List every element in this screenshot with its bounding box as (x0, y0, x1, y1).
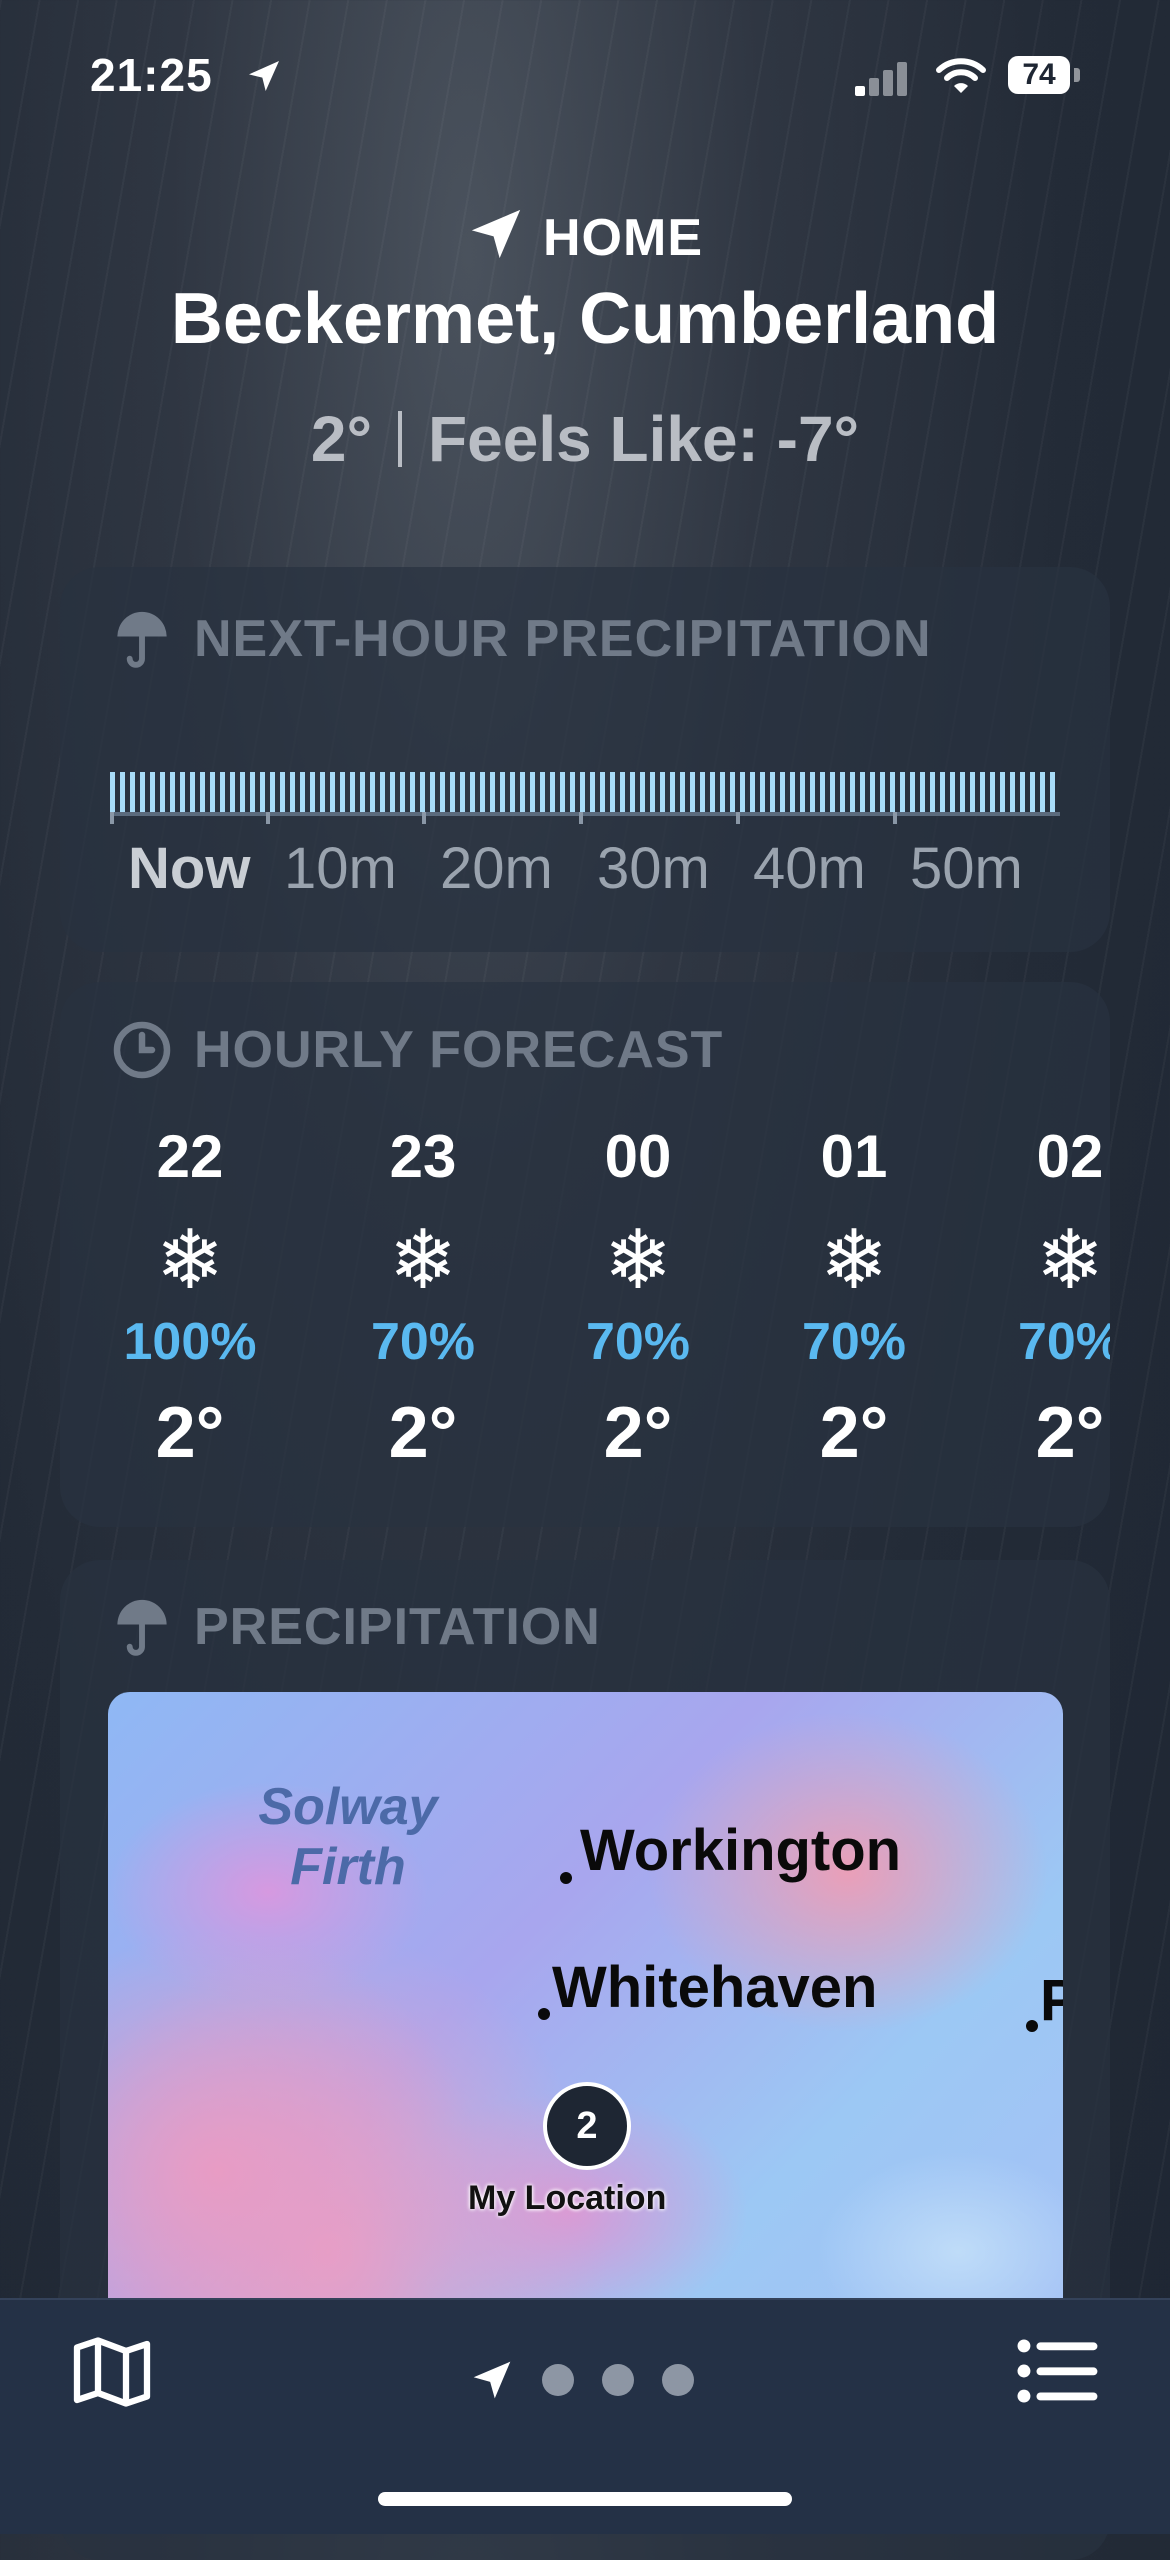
umbrella-icon (117, 1599, 167, 1656)
card-title-next-hour: NEXT-HOUR PRECIPITATION (112, 607, 932, 671)
hour-label: 22 (156, 1123, 224, 1190)
timeline-label: 30m (597, 836, 710, 901)
snowflake-icon: ❄ (155, 1215, 225, 1306)
page-dot[interactable] (602, 2364, 634, 2396)
precip-chance: 70% (1017, 1313, 1110, 1371)
timeline-label: 50m (910, 836, 1023, 901)
hour-label: 01 (820, 1123, 888, 1190)
town-marker (560, 1872, 572, 1884)
precipitation-timeline-bars (110, 772, 1060, 812)
battery-tip (1074, 68, 1080, 82)
location-services-icon (249, 61, 279, 91)
battery-indicator: 74 (1008, 56, 1070, 94)
hour-label: 23 (389, 1123, 457, 1190)
hour-label: 00 (604, 1123, 672, 1190)
hour-temperature: 2° (1035, 1393, 1105, 1473)
location-arrow-icon (471, 209, 521, 259)
list-icon[interactable] (1015, 2335, 1101, 2407)
timeline-tick (893, 812, 897, 824)
my-location-pin[interactable]: 2 (543, 2082, 631, 2170)
sea-label: Solway Firth (248, 1777, 448, 1897)
page-dot[interactable] (662, 2364, 694, 2396)
cellular-signal-icon (855, 60, 915, 96)
snowflake-icon: ❄ (603, 1215, 673, 1306)
snowflake-icon: ❄ (1035, 1215, 1105, 1306)
hour-temperature: 2° (388, 1393, 458, 1473)
timeline-tick (422, 812, 426, 824)
town-label-whitehaven: Whitehaven (552, 1955, 878, 2020)
timeline-label: 10m (284, 836, 397, 901)
timeline-label: 20m (440, 836, 553, 901)
precip-chance: 70% (801, 1313, 907, 1371)
current-conditions: 2° Feels Like: -7° (0, 402, 1170, 476)
snowflake-icon: ❄ (388, 1215, 458, 1306)
town-marker (538, 2008, 550, 2020)
town-label-partial: P (1040, 1968, 1063, 2033)
card-title-text: HOURLY FORECAST (194, 1021, 724, 1079)
precip-chance: 100% (123, 1313, 257, 1371)
status-time: 21:25 (90, 49, 213, 101)
clock-icon (113, 1021, 171, 1079)
page-indicator[interactable] (470, 2350, 694, 2410)
timeline-tick (736, 812, 740, 824)
timeline-axis (110, 812, 1060, 816)
separator (398, 411, 403, 467)
card-title-text: PRECIPITATION (194, 1598, 601, 1656)
snowflake-icon: ❄ (819, 1215, 889, 1306)
hour-temperature: 2° (603, 1393, 673, 1473)
feels-like: Feels Like: -7° (428, 403, 860, 475)
precip-chance: 70% (370, 1313, 476, 1371)
timeline-label: 40m (753, 836, 866, 901)
timeline-label: Now (128, 836, 251, 901)
hour-label: 02 (1036, 1123, 1104, 1190)
timeline-tick (266, 812, 270, 824)
hourly-forecast-card[interactable]: HOURLY FORECAST 22 ❄ 100% 2° 23 ❄ 70% 2°… (60, 982, 1110, 1527)
town-marker (1026, 2020, 1038, 2032)
my-location-label: My Location (468, 2179, 667, 2217)
sea-label-line: Firth (290, 1838, 406, 1896)
next-hour-precipitation-card[interactable]: NEXT-HOUR PRECIPITATION Now 10m 20m 30m … (60, 567, 1110, 952)
sea-label-line: Solway (258, 1778, 438, 1836)
status-bar: 21:25 74 (0, 0, 1170, 150)
timeline-tick (110, 812, 114, 824)
card-title-precipitation: PRECIPITATION (112, 1595, 601, 1659)
city-name: Beckermet, Cumberland (170, 279, 1000, 359)
wifi-icon (936, 58, 986, 93)
precipitation-radar-map[interactable]: Solway Firth Workington Whitehaven P 2 M… (108, 1692, 1063, 2392)
timeline-tick (579, 812, 583, 824)
home-indicator[interactable] (378, 2492, 792, 2506)
hour-temperature: 2° (155, 1393, 225, 1473)
map-icon[interactable] (70, 2330, 154, 2414)
current-location-page-icon[interactable] (470, 2358, 514, 2402)
precip-chance: 70% (585, 1313, 691, 1371)
card-title-text: NEXT-HOUR PRECIPITATION (194, 610, 932, 668)
home-label: HOME (543, 209, 703, 267)
home-label-row: HOME (0, 205, 1170, 268)
hour-temperature: 2° (819, 1393, 889, 1473)
current-temperature: 2° (310, 403, 373, 475)
page-dot[interactable] (542, 2364, 574, 2396)
town-label-workington: Workington (580, 1818, 902, 1883)
card-title-hourly: HOURLY FORECAST (112, 1020, 723, 1080)
umbrella-icon (117, 611, 167, 668)
